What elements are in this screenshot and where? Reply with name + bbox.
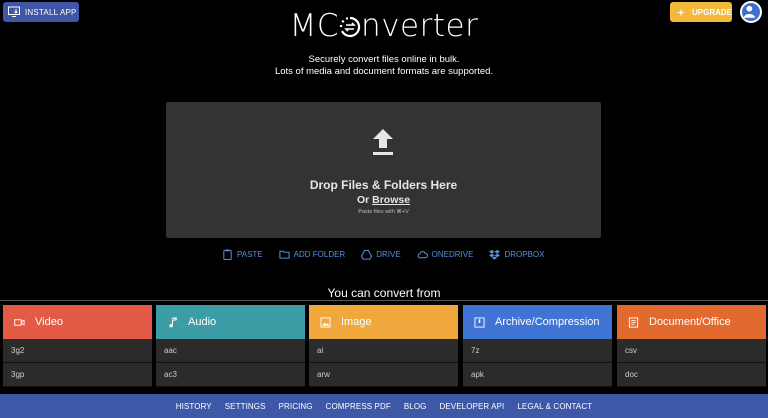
browse-link[interactable]: Browse (372, 194, 410, 206)
music-note-icon (169, 316, 177, 327)
drop-zone-or-line: Or Browse (166, 194, 601, 206)
dropbox-button[interactable]: DROPBOX (489, 249, 544, 260)
drive-label: DRIVE (376, 250, 401, 259)
category-image-label: Image (341, 316, 372, 328)
tagline: Securely convert files online in bulk. L… (0, 54, 768, 78)
onedrive-button[interactable]: ONEDRIVE (417, 249, 474, 260)
logo-text-right: nverter (361, 8, 479, 44)
format-item[interactable]: aac (156, 339, 305, 363)
folder-icon (279, 250, 290, 259)
category-document-label: Document/Office (649, 316, 731, 328)
onedrive-label: ONEDRIVE (431, 250, 474, 259)
footer-link-pricing[interactable]: PRICING (279, 402, 313, 411)
drive-button[interactable]: DRIVE (361, 249, 401, 260)
image-icon (320, 316, 331, 328)
drop-zone-title: Drop Files & Folders Here (309, 178, 458, 192)
tagline-line-1: Securely convert files online in bulk. (308, 54, 460, 65)
convert-from-heading: You can convert from (327, 286, 441, 300)
category-audio-label: Audio (188, 316, 217, 328)
category-audio: Audio aac ac3 (156, 305, 305, 387)
format-item[interactable]: 7z (463, 339, 612, 363)
format-item[interactable]: ai (309, 339, 458, 363)
logo[interactable]: MC nverter (0, 8, 768, 44)
video-icon (14, 318, 25, 326)
upgrade-button[interactable]: UPGRADE (670, 2, 732, 22)
paste-hint: Paste files with ⌘+V (358, 209, 409, 215)
paste-label: PASTE (237, 250, 263, 259)
cloud-icon (417, 251, 428, 259)
dropbox-icon (489, 249, 501, 260)
paste-button[interactable]: PASTE (222, 249, 263, 260)
section-divider (0, 300, 768, 301)
logo-convert-icon (339, 10, 361, 38)
format-item[interactable]: 3gp (3, 363, 152, 387)
category-video: Video 3g2 3gp (3, 305, 152, 387)
footer-link-history[interactable]: HISTORY (176, 402, 212, 411)
category-image-header[interactable]: Image (309, 305, 458, 339)
archive-icon (474, 316, 485, 328)
format-item[interactable]: ac3 (156, 363, 305, 387)
format-item[interactable]: csv (617, 339, 766, 363)
upload-arrow-icon (373, 129, 393, 155)
footer-nav: HISTORY SETTINGS PRICING COMPRESS PDF BL… (0, 394, 768, 418)
format-item[interactable]: arw (309, 363, 458, 387)
category-archive: Archive/Compression 7z apk (463, 305, 612, 387)
upload-sources: PASTE ADD FOLDER DRIVE ONEDRIVE DROPBOX (222, 249, 560, 260)
footer-link-settings[interactable]: SETTINGS (225, 402, 266, 411)
category-document: Document/Office csv doc (617, 305, 766, 387)
dropbox-label: DROPBOX (504, 250, 545, 259)
footer-link-compress-pdf[interactable]: COMPRESS PDF (326, 402, 391, 411)
format-item[interactable]: doc (617, 363, 766, 387)
account-avatar-icon[interactable] (740, 1, 762, 23)
category-archive-header[interactable]: Archive/Compression (463, 305, 612, 339)
footer-link-blog[interactable]: BLOG (404, 402, 427, 411)
logo-text-left: MC (289, 8, 340, 44)
footer-link-legal-contact[interactable]: LEGAL & CONTACT (517, 402, 592, 411)
file-drop-zone[interactable]: Drop Files & Folders Here Or Browse Past… (166, 102, 601, 238)
category-video-header[interactable]: Video (3, 305, 152, 339)
category-document-header[interactable]: Document/Office (617, 305, 766, 339)
add-folder-label: ADD FOLDER (293, 250, 346, 259)
add-folder-button[interactable]: ADD FOLDER (279, 249, 346, 260)
upgrade-label: UPGRADE (691, 7, 732, 17)
format-item[interactable]: 3g2 (3, 339, 152, 363)
category-image: Image ai arw (309, 305, 458, 387)
category-audio-header[interactable]: Audio (156, 305, 305, 339)
format-item[interactable]: apk (463, 363, 612, 387)
category-video-label: Video (35, 316, 63, 328)
sparkle-icon (676, 7, 686, 17)
category-archive-label: Archive/Compression (495, 316, 600, 328)
drop-zone-or: Or (356, 194, 370, 206)
document-icon (628, 316, 639, 328)
clipboard-icon (223, 249, 232, 260)
footer-link-developer-api[interactable]: DEVELOPER API (439, 402, 504, 411)
tagline-line-2: Lots of media and document formats are s… (274, 66, 494, 77)
drive-icon (361, 249, 373, 260)
